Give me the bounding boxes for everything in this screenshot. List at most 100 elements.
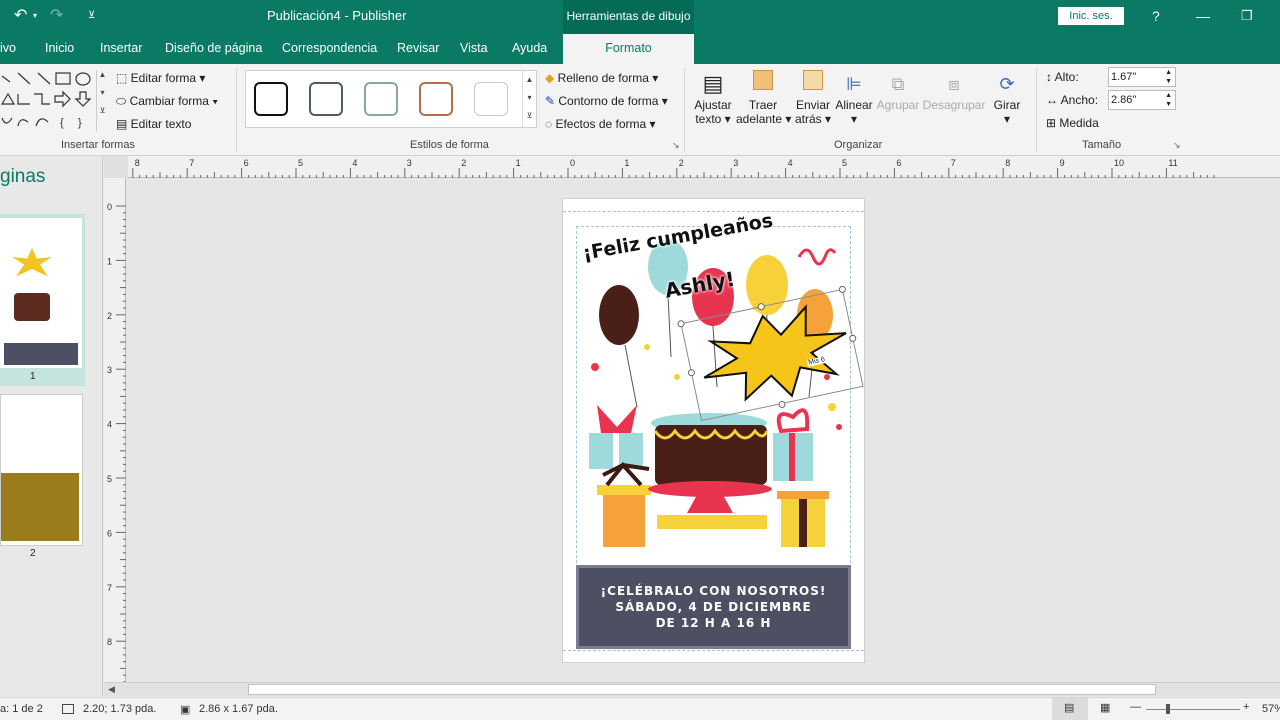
send-backward-icon bbox=[794, 70, 832, 98]
shape-styles-scroll[interactable]: ▲ ▾ ⊻ bbox=[522, 71, 536, 127]
ruler-label: 1 bbox=[107, 256, 112, 266]
ruler-label: 1 bbox=[624, 158, 629, 168]
tab-correspondencia[interactable]: Correspondencia bbox=[282, 34, 377, 64]
zoom-in-icon[interactable]: + bbox=[1243, 701, 1249, 713]
tab-insertar[interactable]: Insertar bbox=[100, 34, 142, 64]
ruler-label: 7 bbox=[189, 158, 194, 168]
height-input[interactable]: 1.67" ▲ ▼ bbox=[1108, 67, 1176, 87]
ruler-label: 10 bbox=[1114, 158, 1124, 168]
group-icon: ⧉ bbox=[891, 74, 905, 94]
ribbon: {} ▲ ▾ ⊻ ⬚ Editar forma ▾ ⬭ Cambiar forma … bbox=[0, 64, 1280, 156]
tab-archivo[interactable]: ivo bbox=[0, 34, 16, 64]
ruler-label: 1 bbox=[516, 158, 521, 168]
gift-left bbox=[589, 405, 643, 469]
publication-page[interactable]: ¡Feliz cumpleaños Ashly! Mis 6 ¡CELÉBRAL… bbox=[563, 199, 864, 662]
bring-forward-icon bbox=[736, 70, 790, 98]
pages-pane-title: ginas bbox=[0, 166, 46, 187]
edit-text-icon: ▤ bbox=[116, 117, 131, 131]
shape-styles-launcher-icon[interactable]: ↘ bbox=[672, 140, 680, 151]
ruler-corner bbox=[104, 156, 128, 178]
quick-access-customize-icon[interactable]: ⊻ bbox=[88, 0, 95, 34]
guide-line bbox=[563, 650, 864, 651]
shape-outline-button[interactable]: ✎ Contorno de forma ▾ bbox=[545, 94, 668, 108]
undo-dropdown-icon[interactable]: ▾ bbox=[33, 0, 37, 34]
size-group-label: Tamaño bbox=[1082, 139, 1122, 151]
help-button[interactable]: ? bbox=[1152, 0, 1160, 34]
size-icon: ▣ bbox=[180, 704, 191, 716]
tab-diseno-pagina[interactable]: Diseño de página bbox=[165, 34, 262, 64]
cake bbox=[648, 413, 772, 529]
shape-style-4[interactable] bbox=[419, 82, 453, 116]
measure-icon: ⊞ bbox=[1046, 116, 1060, 130]
event-banner[interactable]: ¡CELÉBRALO CON NOSOTROS! SÁBADO, 4 DE DI… bbox=[576, 565, 851, 649]
shape-style-2[interactable] bbox=[309, 82, 343, 116]
tab-formato[interactable]: Formato bbox=[563, 34, 694, 64]
edit-shape-icon: ⬚ bbox=[116, 71, 131, 85]
align-button[interactable]: ⊫ Alinear ▾ bbox=[834, 70, 874, 126]
page-thumbnail-2-number: 2 bbox=[30, 548, 36, 559]
zoom-slider-thumb[interactable] bbox=[1166, 704, 1170, 714]
edit-shape-button[interactable]: ⬚ Editar forma ▾ bbox=[116, 71, 205, 85]
bring-forward-button[interactable]: Traer adelante ▾ bbox=[736, 70, 791, 126]
drawing-tools-label: Herramientas de dibujo bbox=[563, 0, 694, 34]
horizontal-ruler[interactable]: 8 7 6 5 4 3 2 1 0 1 2 3 4 5 6 7 8 9 10 11 bbox=[128, 156, 1280, 178]
shape-gallery[interactable]: {} bbox=[0, 70, 108, 132]
horizontal-scrollbar[interactable]: ◀ bbox=[104, 682, 1280, 696]
tab-revisar[interactable]: Revisar bbox=[397, 34, 439, 64]
resize-handle[interactable] bbox=[848, 334, 857, 343]
width-spinner[interactable]: ▲ ▼ bbox=[1165, 91, 1172, 109]
ruler-label: 8 bbox=[107, 637, 112, 647]
vertical-ruler[interactable]: 0 1 2 3 4 5 6 7 8 bbox=[104, 178, 126, 683]
scrollbar-thumb[interactable] bbox=[248, 684, 1156, 695]
width-icon: ↔ bbox=[1046, 93, 1061, 107]
height-spinner[interactable]: ▲ ▼ bbox=[1165, 68, 1172, 86]
ribbon-tabs: ivo Inicio Insertar Diseño de página Cor… bbox=[0, 34, 1280, 64]
width-input[interactable]: 2.86" ▲ ▼ bbox=[1108, 90, 1176, 110]
restore-icon[interactable]: ❐ bbox=[1241, 0, 1253, 34]
tab-ayuda[interactable]: Ayuda bbox=[512, 34, 547, 64]
status-bar: a: 1 de 2 2.20; 1.73 pda. ▣ 2.86 x 1.67 … bbox=[0, 697, 1280, 720]
zoom-slider[interactable] bbox=[1146, 709, 1240, 710]
banner-line1: ¡CELÉBRALO CON NOSOTROS! bbox=[600, 584, 827, 598]
page-thumbnail-1[interactable]: 1 bbox=[0, 214, 85, 386]
shape-gallery-scroll[interactable]: ▲ ▾ ⊻ bbox=[96, 70, 108, 132]
minimize-icon[interactable]: — bbox=[1196, 0, 1210, 34]
status-page[interactable]: a: 1 de 2 bbox=[0, 703, 43, 715]
ruler-label: 6 bbox=[244, 158, 249, 168]
shape-effects-button[interactable]: ◌ Efectos de forma ▾ bbox=[545, 117, 656, 131]
tab-vista[interactable]: Vista bbox=[460, 34, 488, 64]
page-thumbnail-2[interactable] bbox=[0, 394, 83, 546]
redo-icon[interactable]: ↷ bbox=[50, 0, 63, 34]
ruler-label: 2 bbox=[461, 158, 466, 168]
undo-icon[interactable]: ↶ bbox=[14, 0, 27, 34]
tab-inicio[interactable]: Inicio bbox=[45, 34, 74, 64]
zoom-out-icon[interactable]: — bbox=[1130, 701, 1141, 713]
ruler-label: 3 bbox=[107, 365, 112, 375]
size-launcher-icon[interactable]: ↘ bbox=[1173, 140, 1181, 151]
group-button[interactable]: ⧉ Agrupar bbox=[876, 70, 920, 112]
edit-text-button[interactable]: ▤ Editar texto bbox=[116, 117, 191, 131]
shape-styles-group-label: Estilos de forma bbox=[410, 139, 489, 151]
ruler-label: 5 bbox=[842, 158, 847, 168]
shape-style-3[interactable] bbox=[364, 82, 398, 116]
ungroup-button[interactable]: ⧈ Desagrupar bbox=[922, 70, 986, 112]
rotate-button[interactable]: ⟳ Girar ▾ bbox=[990, 70, 1024, 126]
wrap-text-button[interactable]: ▤ Ajustar texto ▾ bbox=[694, 70, 732, 126]
title-bar: ↶ ▾ ↷ ⊻ Publicación4 - Publisher Herrami… bbox=[0, 0, 1280, 34]
gift-right bbox=[773, 408, 813, 481]
two-page-view-icon[interactable]: ▦ bbox=[1100, 701, 1110, 714]
sign-in-button[interactable]: Inic. ses. bbox=[1058, 7, 1124, 25]
shape-fill-button[interactable]: ◆ Relleno de forma ▾ bbox=[545, 71, 658, 85]
ruler-label: 9 bbox=[1060, 158, 1065, 168]
divider bbox=[684, 68, 685, 152]
horizontal-ruler-ticks: 8 7 6 5 4 3 2 1 0 1 2 3 4 5 6 7 8 9 10 11 bbox=[132, 158, 1215, 178]
send-backward-button[interactable]: Enviar atrás ▾ bbox=[794, 70, 832, 126]
shape-style-1[interactable] bbox=[254, 82, 288, 116]
measure-button[interactable]: ⊞ Medida bbox=[1046, 116, 1099, 130]
zoom-level[interactable]: 57% bbox=[1262, 703, 1280, 715]
scroll-left-icon[interactable]: ◀ bbox=[108, 684, 115, 695]
banner-line3: DE 12 H A 16 H bbox=[655, 616, 772, 630]
change-shape-button[interactable]: ⬭ Cambiar forma ▾ bbox=[116, 94, 218, 109]
shape-style-5[interactable] bbox=[474, 82, 508, 116]
status-size: 2.86 x 1.67 pda. bbox=[199, 703, 278, 715]
